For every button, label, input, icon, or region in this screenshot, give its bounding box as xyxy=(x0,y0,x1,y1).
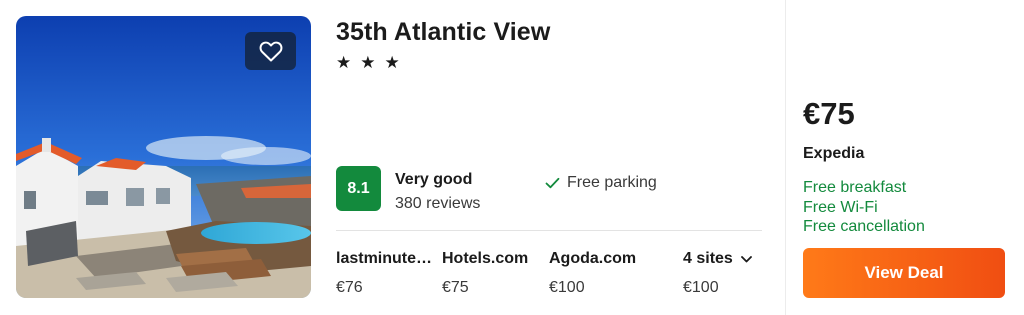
best-price-provider: Expedia xyxy=(803,145,865,162)
more-sites-label: 4 sites xyxy=(683,250,752,268)
site-offer-hotels-com[interactable]: Hotels.com €75 xyxy=(442,250,528,297)
amenity-label: Free parking xyxy=(567,174,657,191)
review-count[interactable]: 380 reviews xyxy=(395,195,480,213)
star-icon: ★ xyxy=(384,53,400,72)
chevron-down-icon xyxy=(740,255,752,262)
deal-perks: Free breakfast Free Wi-Fi Free cancellat… xyxy=(803,178,925,237)
site-price: €100 xyxy=(549,279,585,296)
site-price: €100 xyxy=(683,279,719,296)
site-offer-lastminute[interactable]: lastminute… €76 xyxy=(336,250,432,297)
site-name: Agoda.com xyxy=(549,250,637,267)
perk-free-cancellation: Free cancellation xyxy=(803,218,925,235)
heart-icon xyxy=(259,41,282,62)
divider xyxy=(336,230,762,231)
check-icon xyxy=(545,177,560,189)
star-icon: ★ xyxy=(360,53,376,72)
favorite-button[interactable] xyxy=(245,32,296,70)
site-name: lastminute… xyxy=(336,250,433,267)
star-icon: ★ xyxy=(336,53,352,72)
hotel-name[interactable]: 35th Atlantic View xyxy=(336,18,550,47)
perk-free-breakfast: Free breakfast xyxy=(803,179,907,196)
more-sites-count: 4 sites xyxy=(683,250,733,267)
site-offer-agoda[interactable]: Agoda.com €100 xyxy=(549,250,636,297)
review-score-badge: 8.1 xyxy=(336,166,381,211)
hotel-result-card: 35th Atlantic View ★ ★ ★ 8.1 Very good 3… xyxy=(0,0,1024,315)
perk-free-wifi: Free Wi-Fi xyxy=(803,198,878,216)
site-price: €76 xyxy=(336,279,363,296)
site-price: €75 xyxy=(442,279,469,296)
rating-label: Very good xyxy=(395,171,473,188)
section-divider xyxy=(785,0,786,315)
more-sites-dropdown[interactable]: 4 sites €100 xyxy=(683,250,752,297)
best-price: €75 xyxy=(803,96,855,131)
amenity-free-parking: Free parking xyxy=(545,174,657,192)
view-deal-button[interactable]: View Deal xyxy=(803,248,1005,298)
star-rating: ★ ★ ★ xyxy=(336,53,400,73)
site-name: Hotels.com xyxy=(442,250,529,267)
